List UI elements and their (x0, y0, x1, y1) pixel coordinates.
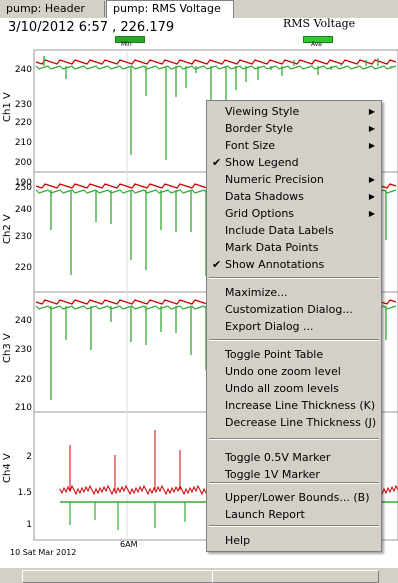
submenu-arrow-icon: ▶ (368, 192, 375, 201)
menu-item-maximize[interactable]: Maximize... (207, 284, 381, 301)
menu-item-data-shadows[interactable]: Data Shadows ▶ (207, 188, 381, 205)
menu-item-include-data-labels[interactable]: Include Data Labels (207, 222, 381, 239)
menu-item-undo-one-zoom-level[interactable]: Undo one zoom level (207, 363, 381, 380)
menu-item-toggle-0-5v-marker[interactable]: Toggle 0.5V Marker (207, 449, 381, 466)
menu-item-viewing-style[interactable]: Viewing Style ▶ (207, 103, 381, 120)
ch4-axis-label: Ch4 V (2, 453, 13, 483)
y-tick-label: 240 (14, 65, 32, 75)
menu-item-label: Toggle 1V Marker (225, 468, 320, 481)
menu-item-label: Show Annotations (225, 258, 325, 271)
menu-item-grid-options[interactable]: Grid Options ▶ (207, 205, 381, 222)
menu-item-label: Border Style (225, 122, 294, 135)
ch3-axis-label: Ch3 V (2, 333, 13, 363)
y-tick-label: 230 (14, 232, 32, 242)
y-tick-label: 200 (14, 158, 32, 168)
context-menu: Viewing Style ▶ Border Style ▶ Font Size ▶ ✔ Sh… (206, 100, 382, 552)
menu-item-launch-report[interactable]: Launch Report (207, 506, 381, 523)
scrollbar-segment-right[interactable] (212, 570, 379, 583)
y-tick-label: 230 (14, 100, 32, 110)
menu-item-label: Show Legend (225, 156, 299, 169)
menu-item-label: Numeric Precision (225, 173, 324, 186)
horizontal-scrollbar[interactable] (0, 567, 398, 583)
menu-item-label: Include Data Labels (225, 224, 334, 237)
y-tick-label: 230 (14, 345, 32, 355)
y-tick-label: 240 (14, 205, 32, 215)
menu-item-label: Export Dialog ... (225, 320, 314, 333)
y-tick-label: 210 (14, 138, 32, 148)
menu-item-label: Help (225, 534, 251, 547)
menu-item-label: Undo all zoom levels (225, 382, 339, 395)
menu-item-customization-dialog[interactable]: Customization Dialog... (207, 301, 381, 318)
menu-item-label: Viewing Style (225, 105, 300, 118)
menu-item-label: Toggle Point Table (225, 348, 324, 361)
menu-separator (209, 438, 379, 440)
submenu-arrow-icon: ▶ (368, 141, 375, 150)
checkmark-icon: ✔ (212, 156, 222, 169)
menu-item-border-style[interactable]: Border Style ▶ (207, 120, 381, 137)
menu-item-label: Upper/Lower Bounds... (B) (225, 491, 370, 504)
menu-item-toggle-point-table[interactable]: Toggle Point Table (207, 346, 381, 363)
submenu-arrow-icon: ▶ (368, 209, 375, 218)
submenu-arrow-icon: ▶ (368, 124, 375, 133)
scrollbar-segment-left[interactable] (22, 570, 214, 583)
submenu-arrow-icon: ▶ (368, 175, 375, 184)
menu-item-label: Grid Options (225, 207, 295, 220)
menu-item-increase-line-thickness-k[interactable]: Increase Line Thickness (K) (207, 397, 381, 414)
menu-separator (209, 339, 379, 341)
menu-item-label: Undo one zoom level (225, 365, 341, 378)
menu-item-label: Mark Data Points (225, 241, 319, 254)
menu-item-label: Launch Report (225, 508, 305, 521)
menu-separator (209, 277, 379, 279)
menu-item-label: Decrease Line Thickness (J) (225, 416, 377, 429)
menu-item-show-annotations[interactable]: ✔ Show Annotations (207, 256, 381, 273)
menu-item-label: Increase Line Thickness (K) (225, 399, 376, 412)
y-tick-label: 220 (14, 118, 32, 128)
y-tick-label: 1.5 (17, 488, 32, 498)
y-tick-label: 210 (14, 403, 32, 413)
menu-item-decrease-line-thickness-j[interactable]: Decrease Line Thickness (J) (207, 414, 381, 431)
checkmark-icon: ✔ (212, 258, 222, 271)
y-tick-label: 240 (14, 316, 32, 326)
y-tick-label: 1 (26, 520, 32, 530)
y-tick-label: 2 (26, 452, 32, 462)
menu-item-help[interactable]: Help (207, 532, 381, 549)
menu-item-label: Maximize... (225, 286, 288, 299)
menu-item-label: Customization Dialog... (225, 303, 353, 316)
y-tick-label: 220 (14, 263, 32, 273)
menu-item-numeric-precision[interactable]: Numeric Precision ▶ (207, 171, 381, 188)
y-tick-label: 220 (14, 375, 32, 385)
menu-item-export-dialog[interactable]: Export Dialog ... (207, 318, 381, 335)
menu-item-mark-data-points[interactable]: Mark Data Points (207, 239, 381, 256)
menu-item-label: Font Size (225, 139, 276, 152)
menu-item-undo-all-zoom-levels[interactable]: Undo all zoom levels (207, 380, 381, 397)
menu-item-font-size[interactable]: Font Size ▶ (207, 137, 381, 154)
x-date-label: 10 Sat Mar 2012 (10, 548, 77, 557)
menu-separator (209, 482, 379, 484)
submenu-arrow-icon: ▶ (368, 107, 375, 116)
menu-item-toggle-1v-marker[interactable]: Toggle 1V Marker (207, 466, 381, 483)
menu-item-show-legend[interactable]: ✔ Show Legend (207, 154, 381, 171)
menu-separator (209, 525, 379, 527)
menu-item-label: Toggle 0.5V Marker (225, 451, 331, 464)
ch2-axis-label: Ch2 V (2, 214, 13, 244)
x-tick-6am: 6AM (120, 540, 138, 549)
menu-item-label: Data Shadows (225, 190, 304, 203)
ch1-axis-label: Ch1 V (2, 92, 13, 122)
y-tick-label: 250 (14, 183, 32, 193)
menu-item-upper-lower-bounds-b[interactable]: Upper/Lower Bounds... (B) (207, 489, 381, 506)
